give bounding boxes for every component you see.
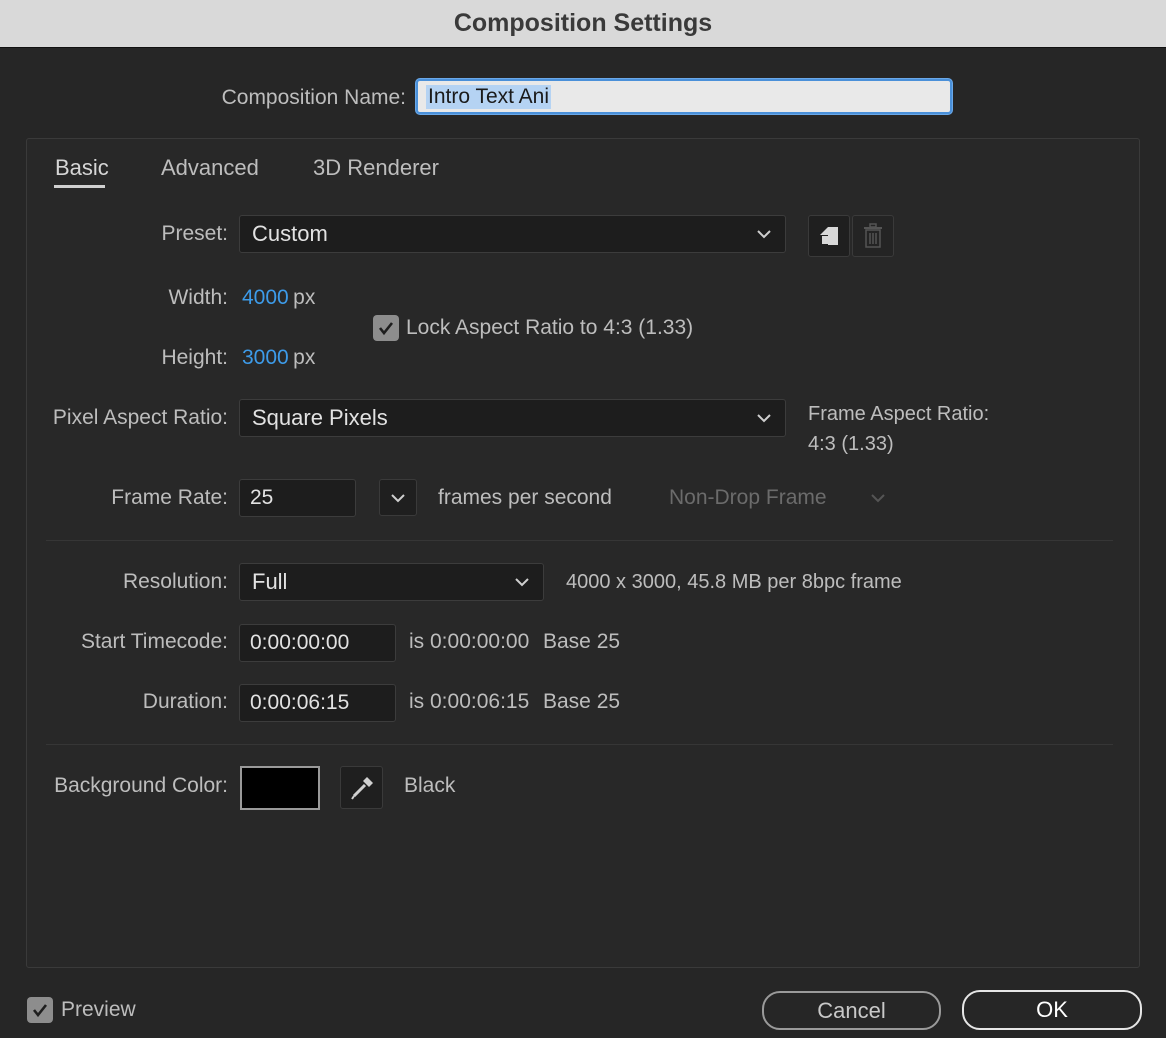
frame-rate-value: 25 — [250, 486, 274, 509]
chevron-down-icon — [871, 494, 885, 503]
preset-label: Preset: — [161, 222, 228, 245]
start-timecode-base: Base 25 — [543, 630, 621, 653]
save-preset-icon — [820, 227, 838, 245]
divider — [46, 744, 1113, 745]
duration-label: Duration: — [142, 690, 228, 713]
pixel-aspect-dropdown[interactable]: Square Pixels — [239, 399, 786, 437]
chevron-down-icon — [515, 578, 529, 587]
preview-checkbox[interactable] — [27, 997, 53, 1023]
background-color-swatch[interactable] — [240, 766, 320, 810]
width-value[interactable]: 4000 — [242, 286, 289, 309]
start-timecode-value: 0:00:00:00 — [250, 631, 350, 654]
drop-frame-dropdown: Non-Drop Frame — [657, 479, 893, 517]
pixel-aspect-value: Square Pixels — [252, 405, 388, 430]
save-preset-button[interactable] — [808, 215, 850, 257]
height-field: 3000 px — [242, 346, 315, 370]
resolution-info: 4000 x 3000, 45.8 MB per 8bpc frame — [566, 571, 902, 593]
height-unit: px — [293, 346, 316, 369]
composition-name-value: Intro Text Ani — [426, 84, 552, 109]
background-color-label: Background Color: — [54, 774, 228, 797]
composition-name-label: Composition Name: — [221, 86, 406, 109]
width-unit: px — [293, 286, 316, 309]
composition-name-input[interactable]: Intro Text Ani — [416, 79, 952, 114]
eyedropper-button[interactable] — [340, 766, 383, 809]
tab-3d-renderer[interactable]: 3D Renderer — [313, 155, 439, 181]
frame-rate-dropdown-button[interactable] — [379, 479, 417, 516]
trash-icon — [864, 223, 882, 248]
cancel-button-label: Cancel — [817, 997, 886, 1023]
frame-rate-input[interactable]: 25 — [239, 479, 356, 517]
start-timecode-label: Start Timecode: — [80, 630, 228, 653]
frame-aspect-value: 4:3 (1.33) — [808, 433, 894, 455]
background-color-name: Black — [404, 774, 456, 797]
preset-dropdown[interactable]: Custom — [239, 215, 786, 253]
duration-base: Base 25 — [543, 690, 621, 713]
resolution-value: Full — [252, 569, 288, 594]
resolution-label: Resolution: — [122, 570, 228, 593]
preset-value: Custom — [252, 221, 328, 246]
frame-rate-label: Frame Rate: — [111, 486, 228, 509]
ok-button[interactable]: OK — [962, 990, 1142, 1030]
tab-active-indicator — [54, 185, 105, 188]
frame-aspect-label: Frame Aspect Ratio: — [808, 403, 990, 425]
title-bar: Composition Settings — [0, 0, 1166, 48]
start-timecode-is: is 0:00:00:00 — [409, 630, 530, 653]
frames-per-second-label: frames per second — [438, 486, 612, 509]
chevron-down-icon — [757, 414, 771, 423]
tab-advanced[interactable]: Advanced — [161, 155, 259, 181]
cancel-button[interactable]: Cancel — [762, 991, 941, 1030]
chevron-down-icon — [757, 230, 771, 239]
settings-panel — [26, 138, 1140, 968]
height-value[interactable]: 3000 — [242, 346, 289, 369]
checkmark-icon — [378, 322, 394, 336]
checkmark-icon — [32, 1004, 48, 1018]
dialog-title: Composition Settings — [453, 9, 713, 37]
height-label: Height: — [161, 346, 228, 369]
drop-frame-value: Non-Drop Frame — [669, 486, 827, 509]
start-timecode-input[interactable]: 0:00:00:00 — [239, 624, 396, 662]
duration-is: is 0:00:06:15 — [409, 690, 530, 713]
tab-basic[interactable]: Basic — [55, 155, 109, 181]
ok-button-label: OK — [1036, 997, 1068, 1022]
preview-label: Preview — [61, 998, 136, 1021]
lock-aspect-checkbox[interactable] — [373, 315, 399, 341]
resolution-dropdown[interactable]: Full — [239, 563, 544, 601]
pixel-aspect-label: Pixel Aspect Ratio: — [52, 406, 228, 429]
duration-input[interactable]: 0:00:06:15 — [239, 684, 396, 722]
eyedropper-icon — [350, 776, 373, 800]
chevron-down-icon — [391, 493, 405, 502]
width-field: 4000 px — [242, 286, 315, 310]
width-label: Width: — [168, 286, 228, 309]
duration-value: 0:00:06:15 — [250, 691, 350, 714]
lock-aspect-label: Lock Aspect Ratio to 4:3 (1.33) — [406, 316, 694, 339]
delete-preset-button[interactable] — [852, 215, 894, 257]
divider — [46, 540, 1113, 541]
